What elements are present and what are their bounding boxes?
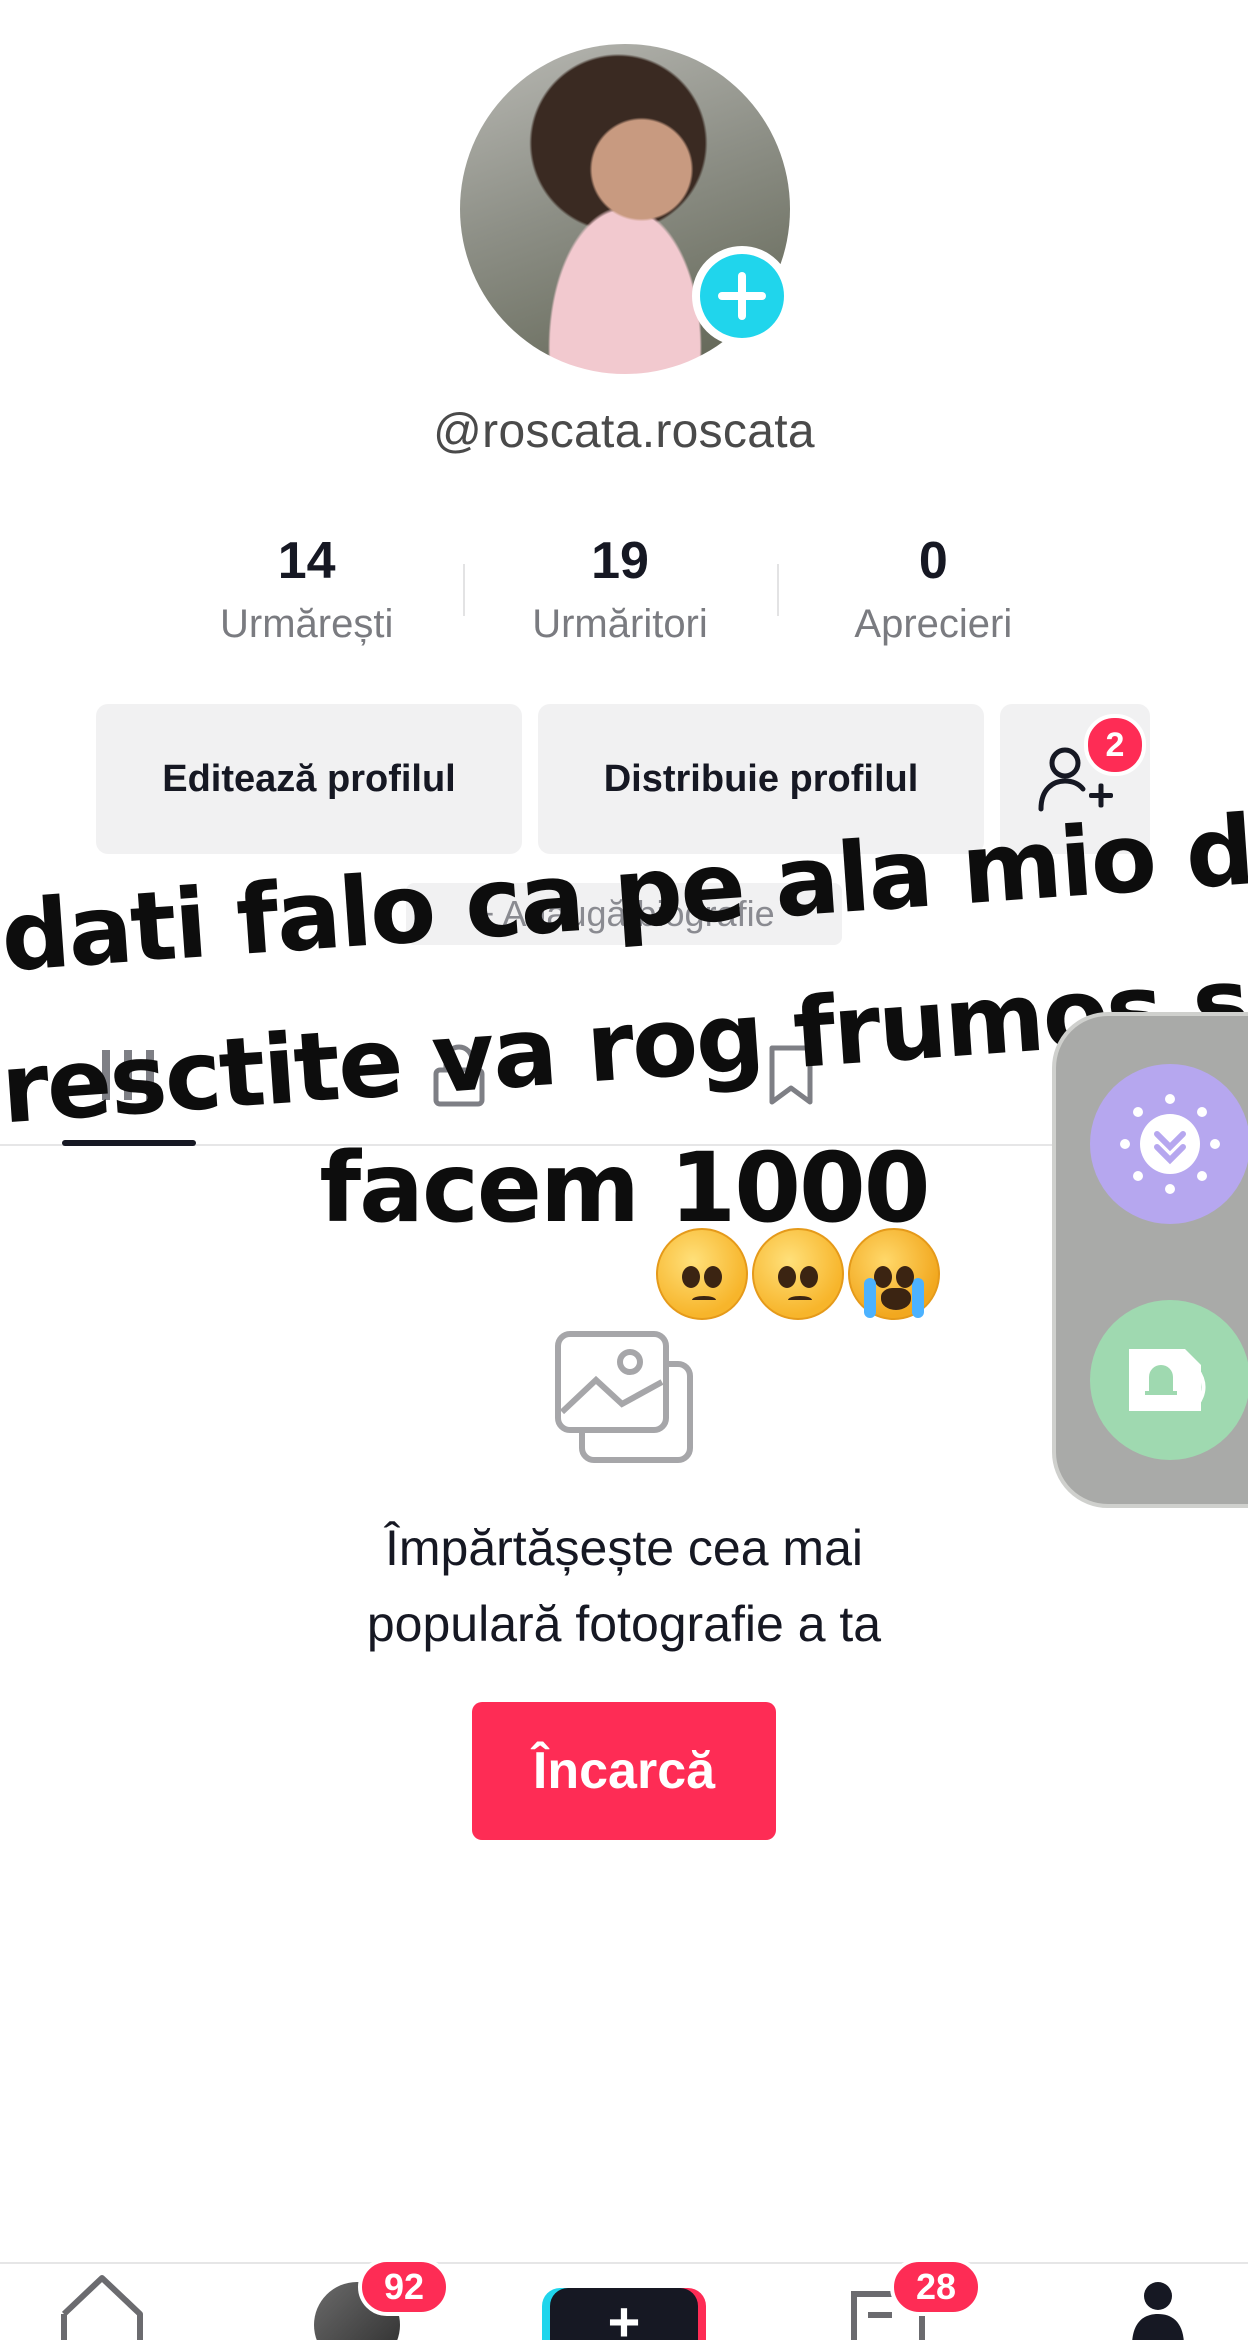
profile-icon (1132, 2282, 1184, 2340)
nav-home[interactable] (54, 2264, 150, 2340)
nav-friends[interactable]: 92 (314, 2258, 450, 2340)
stat-likes[interactable]: 0 Aprecieri (776, 526, 1090, 666)
username: @roscata.roscata (433, 405, 815, 458)
inbox-badge: 28 (890, 2258, 982, 2316)
pleading-face-emoji (656, 1228, 748, 1320)
home-icon (61, 2275, 143, 2340)
stat-following[interactable]: 14 Urmărești (150, 526, 463, 666)
empty-state-title: Împărtășește cea mai populară fotografie… (0, 1510, 1248, 1662)
nav-profile[interactable] (1128, 2264, 1188, 2340)
empty-state-title-line1: Împărtășește cea mai (385, 1520, 863, 1576)
edge-panel-notification-button[interactable] (1090, 1300, 1248, 1460)
pleading-face-emoji (752, 1228, 844, 1320)
friend-requests-badge: 2 (1084, 714, 1146, 776)
photos-icon (550, 1320, 700, 1470)
stat-likes-count: 0 (918, 532, 948, 590)
stat-following-count: 14 (277, 532, 336, 590)
bottom-nav: 92 + 28 (0, 2258, 1248, 2340)
stat-followers-count: 19 (591, 532, 649, 590)
friends-badge: 92 (358, 2258, 450, 2316)
upload-button[interactable]: Încarcă (472, 1702, 776, 1840)
bell-sound-icon (1129, 1349, 1206, 1411)
nav-create[interactable]: + (550, 2264, 698, 2340)
edit-profile-button[interactable]: Editează profilul (96, 704, 522, 854)
edge-panel-download-button[interactable] (1090, 1064, 1248, 1224)
edge-panel[interactable] (1052, 1012, 1248, 1508)
stat-likes-label: Aprecieri (854, 602, 1013, 646)
stat-followers[interactable]: 19 Urmăritori (463, 526, 776, 666)
crying-face-emoji (848, 1228, 940, 1320)
empty-state-title-line2: populară fotografie a ta (366, 1596, 882, 1652)
add-avatar-button[interactable] (692, 246, 792, 346)
overlay-emojis (656, 1228, 940, 1320)
stat-following-label: Urmărești (219, 602, 394, 646)
plus-icon (718, 272, 766, 320)
profile-avatar-container[interactable] (460, 44, 792, 374)
profile-stats: 14 Urmărești 19 Urmăritori 0 Aprecieri (150, 526, 1090, 666)
create-plus-icon: + (550, 2288, 698, 2340)
stat-followers-label: Urmăritori (532, 602, 708, 646)
nav-inbox[interactable]: 28 (848, 2258, 982, 2340)
download-badge-icon (1120, 1094, 1220, 1194)
